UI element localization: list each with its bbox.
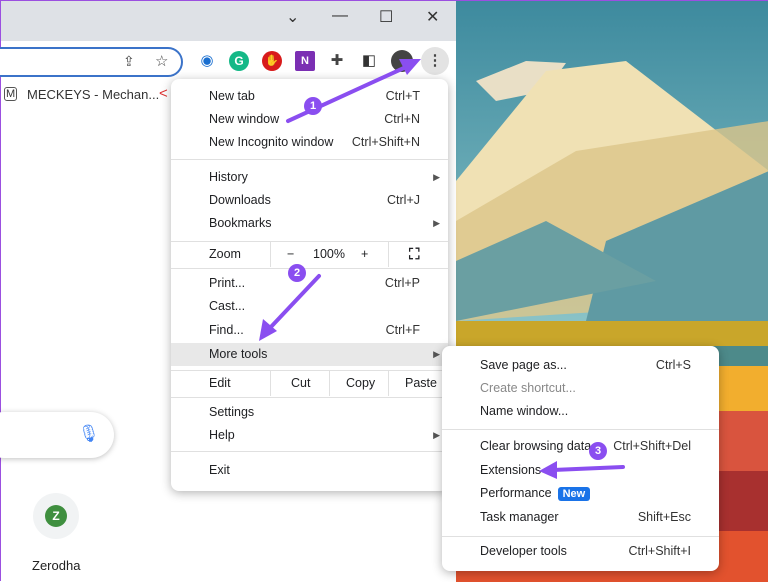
annotation-arrows (259, 59, 625, 479)
step-2-marker: 2 (288, 264, 306, 282)
step-1-marker: 1 (304, 97, 322, 115)
step-3-marker: 3 (589, 442, 607, 460)
